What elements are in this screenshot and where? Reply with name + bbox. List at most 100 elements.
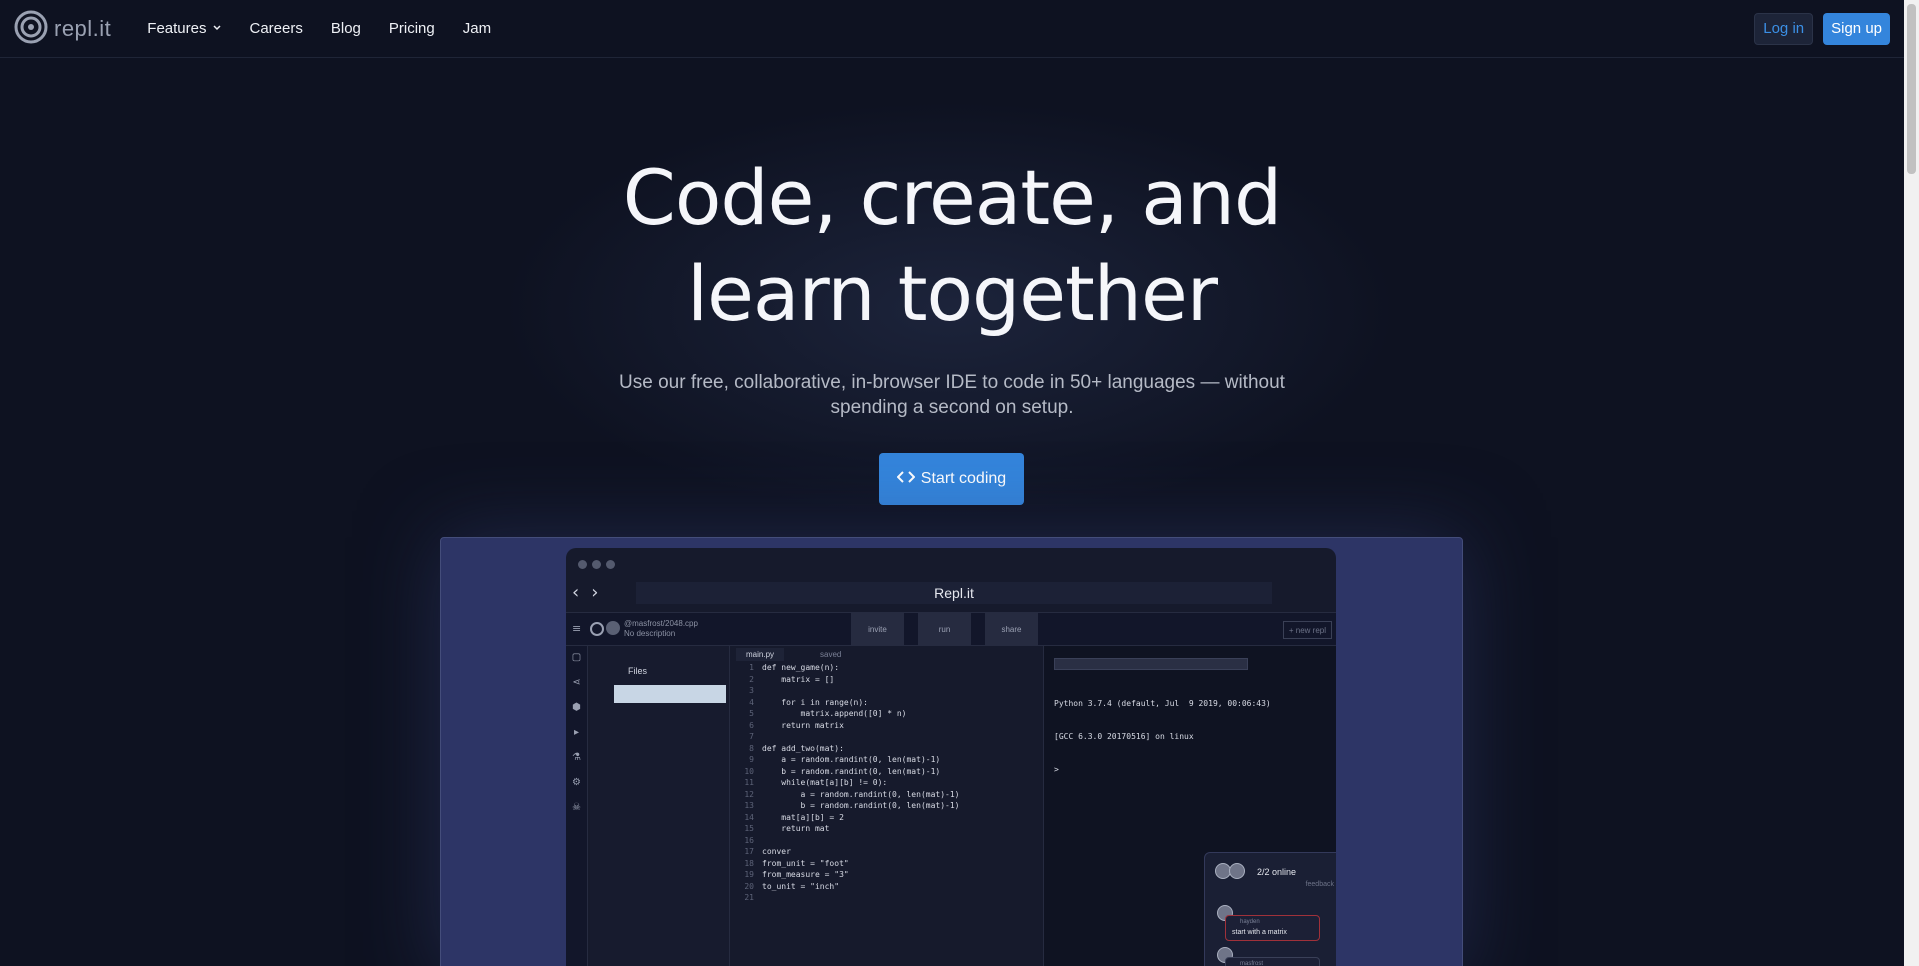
page-scrollbar[interactable]: [1904, 0, 1919, 966]
console-search-input[interactable]: [1054, 658, 1248, 670]
code-text: return mat: [762, 824, 830, 833]
chevron-down-icon: [212, 20, 222, 37]
nav-link-label: Features: [147, 20, 207, 37]
chat-username: hayden: [1240, 919, 1260, 925]
code-line: 10 b = random.randint(0, len(mat)-1): [730, 766, 959, 778]
selected-file-row[interactable]: [614, 685, 726, 703]
nav-link-blog[interactable]: Blog: [317, 20, 375, 37]
code-line: 11 while(mat[a][b] != 0):: [730, 777, 959, 789]
debugger-icon[interactable]: ▸: [574, 727, 579, 738]
code-line: 9 a = random.randint(0, len(mat)-1): [730, 754, 959, 766]
line-number: 16: [744, 835, 754, 845]
new-repl-button[interactable]: + new repl: [1282, 621, 1332, 639]
code-text: while(mat[a][b] != 0):: [762, 778, 888, 787]
menu-icon: ≡: [572, 622, 582, 635]
code-text: def new_game(n):: [762, 663, 840, 672]
code-content: 1 def new_game(n): 2 matrix = [] 3 4 for i i…: [730, 662, 959, 904]
line-number: 3: [749, 686, 754, 695]
repl-description: No description: [624, 629, 676, 638]
line-number: 9: [749, 755, 754, 764]
line-number: 20: [744, 881, 754, 891]
window-dot: [578, 560, 587, 569]
code-line: 16: [730, 835, 959, 847]
multiplayer-panel: 2/2 online feedback hayden start with a …: [1204, 852, 1336, 966]
share-button[interactable]: share: [985, 613, 1038, 645]
online-count: 2/2 online: [1257, 867, 1297, 877]
browser-nav: ‹ ›: [572, 582, 598, 603]
line-number: 15: [744, 824, 754, 833]
code-line: 1 def new_game(n):: [730, 662, 959, 674]
console-line: Python 3.7.4 (default, Jul 9 2019, 00:06…: [1054, 699, 1271, 708]
code-line: 20 to_unit = "inch": [730, 881, 959, 893]
logo-text: repl.it: [54, 15, 112, 41]
files-label: Files: [628, 666, 648, 676]
code-line: 3: [730, 685, 959, 697]
line-number: 19: [744, 870, 754, 879]
window-dot: [592, 560, 601, 569]
console-prompt: >: [1054, 765, 1064, 774]
back-arrow-icon: ‹: [572, 582, 580, 603]
code-text: a = random.randint(0, len(mat)-1): [762, 789, 960, 799]
line-number: 6: [749, 720, 754, 730]
line-number: 4: [749, 697, 754, 707]
nav-link-features[interactable]: Features: [133, 20, 235, 37]
hero-title: Code, create, and learn together: [0, 150, 1904, 342]
invite-button[interactable]: invite: [851, 613, 904, 645]
run-button[interactable]: run: [918, 613, 971, 645]
nav-link-jam[interactable]: Jam: [449, 20, 505, 37]
avatar: [1229, 863, 1245, 879]
line-number: 8: [749, 743, 754, 753]
code-line: 12 a = random.randint(0, len(mat)-1): [730, 789, 959, 801]
share-graph-icon[interactable]: ⋖: [572, 677, 580, 688]
ide-window: ‹ › Repl.it ≡ @masfrost/2048.cpp No desc…: [566, 548, 1336, 966]
code-text: from_measure = "3": [762, 870, 849, 879]
package-icon[interactable]: ⬢: [572, 702, 581, 713]
code-line: 8 def add_two(mat):: [730, 743, 959, 755]
hero-title-line1: Code, create, and: [622, 153, 1282, 242]
saved-status: saved: [820, 650, 842, 659]
flask-icon[interactable]: ⚗: [572, 752, 581, 763]
login-button[interactable]: Log in: [1754, 12, 1814, 45]
nav-link-pricing[interactable]: Pricing: [375, 20, 449, 37]
code-text: b = random.randint(0, len(mat)-1): [762, 766, 941, 776]
file-icon[interactable]: ▢: [572, 652, 581, 663]
ide-sidebar: ▢ ⋖ ⬢ ▸ ⚗ ⚙ ☠: [566, 646, 588, 966]
code-text: return matrix: [762, 720, 844, 730]
nav-link-careers[interactable]: Careers: [236, 20, 317, 37]
line-number: 17: [744, 847, 754, 856]
code-line: 2 matrix = []: [730, 674, 959, 686]
code-line: 18 from_unit = "foot": [730, 858, 959, 870]
code-editor[interactable]: main.py saved 1 def new_game(n): 2 matrix …: [730, 646, 1043, 966]
replit-small-logo-icon: [590, 621, 604, 640]
console-line: [GCC 6.3.0 20170516] on linux: [1054, 732, 1194, 741]
ide-toolbar: ≡ @masfrost/2048.cpp No description invi…: [566, 612, 1336, 646]
code-text: for i in range(n):: [762, 697, 868, 707]
code-brackets-icon: [896, 470, 916, 489]
signup-button[interactable]: Sign up: [1823, 12, 1890, 45]
logo[interactable]: repl.it: [14, 10, 111, 48]
file-tab[interactable]: main.py: [736, 648, 785, 661]
gear-icon[interactable]: ⚙: [572, 777, 581, 788]
code-text: from_unit = "foot": [762, 858, 849, 868]
feedback-link[interactable]: feedback: [1306, 881, 1334, 888]
line-number: 5: [749, 709, 754, 718]
skull-icon[interactable]: ☠: [572, 802, 581, 813]
ide-showcase: ‹ › Repl.it ≡ @masfrost/2048.cpp No desc…: [440, 537, 1463, 966]
scrollbar-thumb[interactable]: [1907, 4, 1916, 174]
code-line: 4 for i in range(n):: [730, 697, 959, 709]
code-text: def add_two(mat):: [762, 743, 844, 753]
replit-logo-icon: [14, 10, 48, 48]
code-text: matrix.append([0] * n): [762, 709, 907, 718]
line-number: 13: [744, 801, 754, 810]
code-text: conver: [762, 847, 791, 856]
code-line: 14 mat[a][b] = 2: [730, 812, 959, 824]
line-number: 1: [749, 663, 754, 672]
chat-username: masfrost: [1240, 961, 1264, 966]
code-line: 21: [730, 892, 959, 904]
start-coding-button[interactable]: Start coding: [879, 453, 1024, 505]
code-line: 17 conver: [730, 846, 959, 858]
window-dot: [606, 560, 615, 569]
code-line: 15 return mat: [730, 823, 959, 835]
line-number: 21: [744, 893, 754, 902]
line-number: 2: [749, 674, 754, 684]
